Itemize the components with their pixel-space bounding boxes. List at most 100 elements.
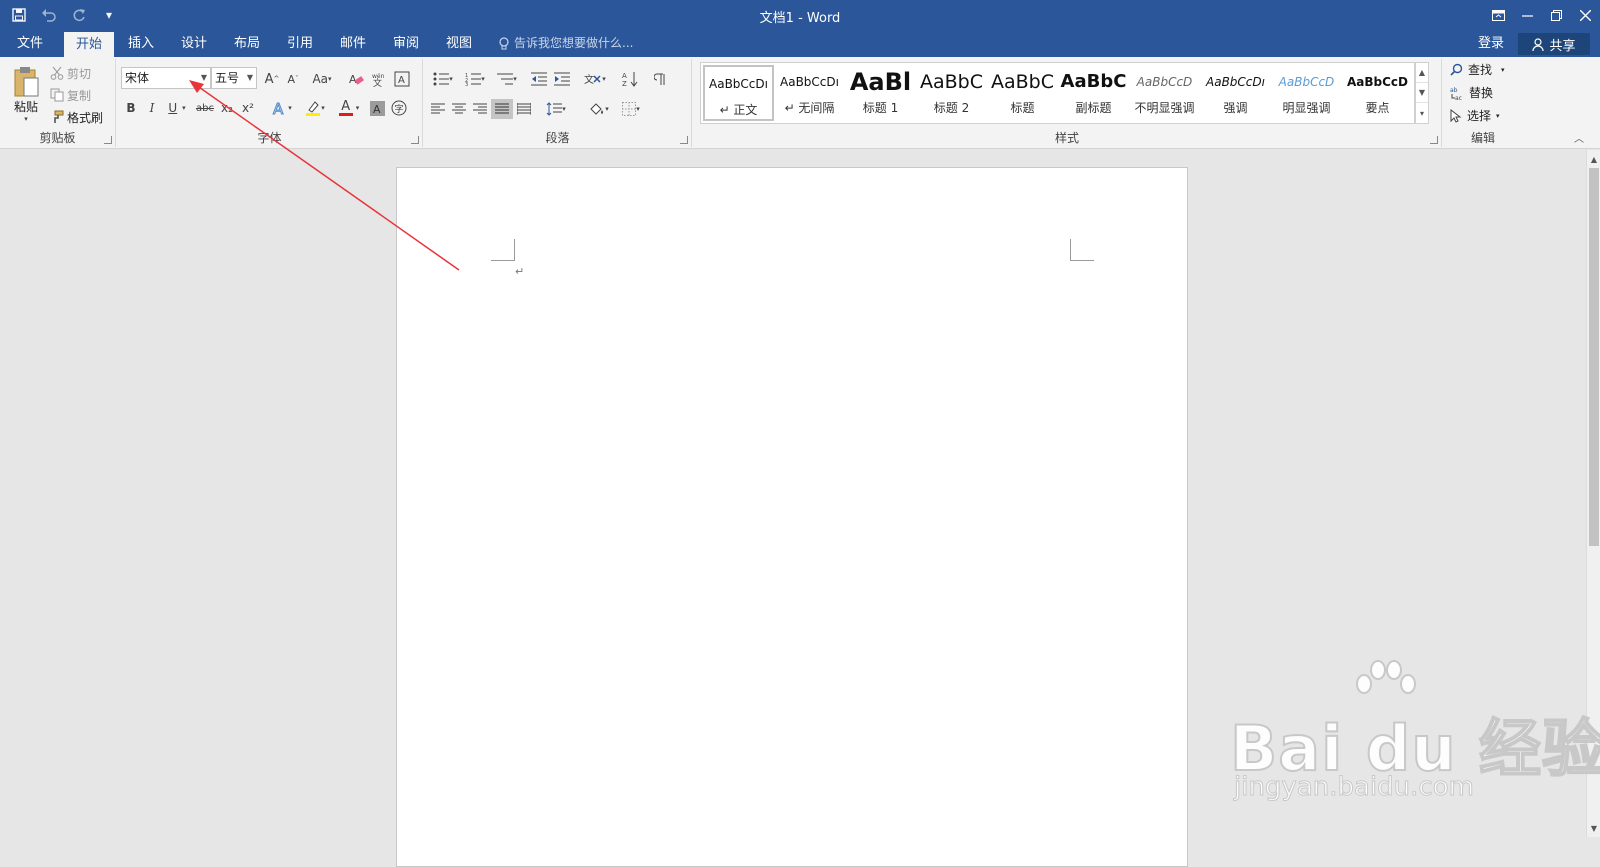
cut-button[interactable]: 剪切 xyxy=(50,63,91,83)
svg-text:A: A xyxy=(398,75,405,86)
style-subtle-emphasis[interactable]: AaBbCcD 不明显强调 xyxy=(1129,65,1200,121)
collapse-ribbon-button[interactable]: ︿ xyxy=(1574,130,1584,145)
sort-button[interactable]: AZ xyxy=(619,69,641,89)
shading-button[interactable]: ▾ xyxy=(584,99,614,119)
tell-me-box[interactable]: 告诉我您想要做什么... xyxy=(498,30,633,57)
format-painter-button[interactable]: 格式刷 xyxy=(50,107,103,127)
styles-scroll-down-button[interactable]: ▼ xyxy=(1416,83,1428,103)
font-group-label: 字体 xyxy=(257,131,282,145)
subscript-button[interactable]: x₂ xyxy=(217,97,237,119)
justify-button[interactable] xyxy=(491,99,513,119)
multilevel-list-button[interactable]: ▾ xyxy=(492,69,522,89)
styles-more-button[interactable]: ▾ xyxy=(1416,103,1428,123)
style-heading-2[interactable]: AaBbC 标题 2 xyxy=(916,65,987,121)
decrease-indent-button[interactable] xyxy=(528,69,550,89)
tab-layout[interactable]: 布局 xyxy=(222,30,272,57)
style-title[interactable]: AaBbC 标题 xyxy=(987,65,1058,121)
font-name-dropdown-icon[interactable]: ▼ xyxy=(201,68,207,88)
superscript-button[interactable]: x² xyxy=(238,97,258,119)
minimize-icon xyxy=(1522,14,1533,17)
align-right-icon xyxy=(473,103,487,114)
watermark-url: jingyan.baidu.com xyxy=(1234,772,1475,803)
style-subtitle[interactable]: AaBbC 副标题 xyxy=(1058,65,1129,121)
share-label: 共享 xyxy=(1549,38,1576,54)
bullets-button[interactable]: ▾ xyxy=(428,69,458,89)
distributed-button[interactable] xyxy=(514,99,534,119)
show-formatting-marks-button[interactable] xyxy=(650,69,672,89)
phonetic-guide-button[interactable]: wén 文 xyxy=(368,69,390,89)
style-name: 强调 xyxy=(1223,101,1248,115)
strikethrough-button[interactable]: abc xyxy=(194,97,216,119)
paragraph-launcher-button[interactable] xyxy=(680,136,688,144)
minimize-button[interactable] xyxy=(1513,0,1542,30)
font-color-button[interactable]: A ▾ xyxy=(334,97,364,119)
increase-indent-button[interactable] xyxy=(551,69,573,89)
font-size-dropdown-icon[interactable]: ▼ xyxy=(247,68,253,88)
select-button[interactable]: 选择 ▾ xyxy=(1450,107,1500,124)
style-heading-1[interactable]: AaBl 标题 1 xyxy=(845,65,916,121)
numbering-button[interactable]: 1 2 3 ▾ xyxy=(460,69,490,89)
restore-button[interactable] xyxy=(1542,0,1571,30)
style-normal[interactable]: AaBbCcDı ↵ 正文 xyxy=(703,65,774,121)
borders-button[interactable]: ▾ xyxy=(616,99,646,119)
lightbulb-icon xyxy=(499,36,509,49)
shrink-font-button[interactable]: Aˇ xyxy=(283,69,303,89)
grow-font-button[interactable]: A ^ xyxy=(262,69,282,89)
styles-launcher-button[interactable] xyxy=(1430,136,1438,144)
magnifier-icon xyxy=(1450,63,1463,76)
font-size-combo[interactable]: 五号 ▼ xyxy=(211,67,257,89)
editing-group-label: 编辑 xyxy=(1470,131,1495,145)
scroll-thumb[interactable] xyxy=(1589,168,1599,546)
tab-insert[interactable]: 插入 xyxy=(116,30,166,57)
find-button[interactable]: 查找 ▾ xyxy=(1450,61,1505,78)
styles-scroll-up-button[interactable]: ▲ xyxy=(1416,63,1428,83)
clear-formatting-button[interactable]: A xyxy=(345,69,367,89)
enclose-characters-button[interactable]: 字 xyxy=(389,97,409,119)
style-sample: AaBbC xyxy=(919,71,983,93)
close-button[interactable] xyxy=(1571,0,1600,30)
svg-text:A: A xyxy=(273,100,284,116)
scroll-up-button[interactable]: ▲ xyxy=(1587,152,1600,166)
asian-layout-button[interactable]: 文 ▾ xyxy=(580,69,610,89)
highlight-color-button[interactable]: ▾ xyxy=(300,97,330,119)
style-no-spacing[interactable]: AaBbCcDı ↵ 无间隔 xyxy=(774,65,845,121)
scroll-down-button[interactable]: ▼ xyxy=(1587,821,1600,835)
character-border-button[interactable]: A xyxy=(391,69,413,89)
tab-references[interactable]: 引用 xyxy=(275,30,325,57)
underline-button[interactable]: U ▾ xyxy=(163,97,191,119)
text-effects-button[interactable]: A ▾ xyxy=(267,97,297,119)
align-center-button[interactable] xyxy=(449,99,469,119)
tab-view[interactable]: 视图 xyxy=(434,30,484,57)
align-right-button[interactable] xyxy=(470,99,490,119)
style-intense-emphasis[interactable]: AaBbCcD 明显强调 xyxy=(1271,65,1342,121)
line-spacing-button[interactable]: ▾ xyxy=(541,99,571,119)
ribbon-display-options-button[interactable] xyxy=(1484,0,1513,30)
svg-text:A: A xyxy=(373,103,381,116)
italic-button[interactable]: I xyxy=(142,97,162,119)
clipboard-launcher-button[interactable] xyxy=(104,136,112,144)
document-page[interactable]: ↵ xyxy=(396,167,1188,867)
paste-button[interactable]: 粘贴 ▾ xyxy=(8,63,44,125)
sign-in-link[interactable]: 登录 xyxy=(1478,30,1504,57)
style-name: 标题 1 xyxy=(862,101,899,115)
font-name-combo[interactable]: 宋体 ▼ xyxy=(121,67,211,89)
copy-button[interactable]: 复制 xyxy=(50,85,91,105)
tab-review[interactable]: 审阅 xyxy=(381,30,431,57)
font-launcher-button[interactable] xyxy=(411,136,419,144)
style-emphasis[interactable]: AaBbCcDı 强调 xyxy=(1200,65,1271,121)
tab-file[interactable]: 文件 xyxy=(2,30,58,57)
share-button[interactable]: 共享 xyxy=(1518,33,1590,55)
tab-mailings[interactable]: 邮件 xyxy=(328,30,378,57)
bold-button[interactable]: B xyxy=(121,97,141,119)
tab-home[interactable]: 开始 xyxy=(64,32,114,57)
replace-button[interactable]: ab ac 替换 xyxy=(1450,84,1493,101)
baidu-watermark: Bai du 经验 jingyan.baidu.com xyxy=(1229,660,1600,810)
tab-design[interactable]: 设计 xyxy=(169,30,219,57)
style-strong[interactable]: AaBbCcD 要点 xyxy=(1342,65,1413,121)
style-sample: AaBbCcDı xyxy=(1206,75,1265,89)
ribbon-tabs: 文件 开始 插入 设计 布局 引用 邮件 审阅 视图 告诉我您想要做什么... … xyxy=(0,30,1600,57)
change-case-button[interactable]: Aa ▾ xyxy=(307,69,337,89)
find-label: 查找 xyxy=(1468,63,1493,77)
character-shading-button[interactable]: A xyxy=(367,97,387,119)
align-left-button[interactable] xyxy=(428,99,448,119)
